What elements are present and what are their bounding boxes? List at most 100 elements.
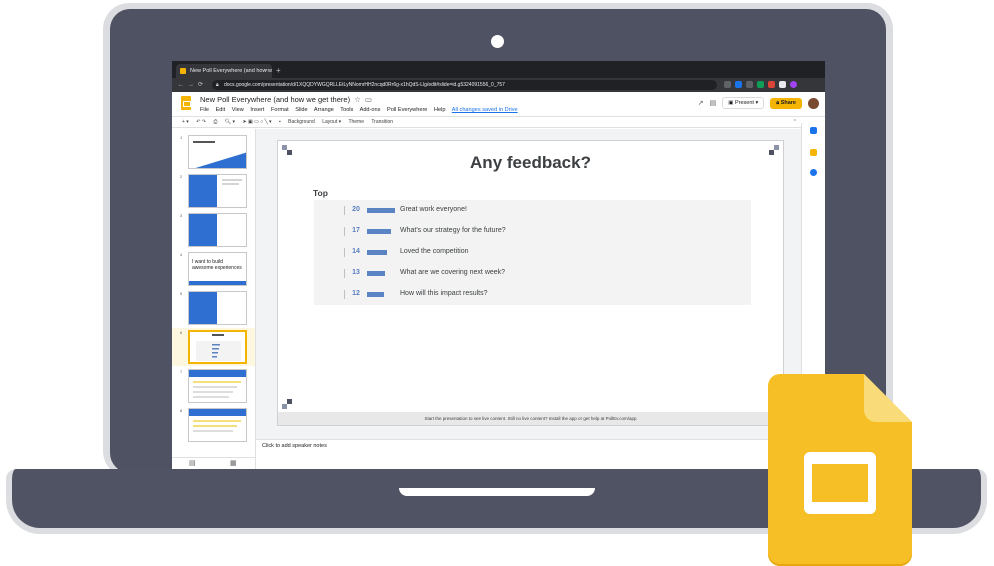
speaker-notes[interactable]: Click to add speaker notes [256,439,801,469]
toolbar-theme[interactable]: Theme [348,119,364,125]
docs-header: New Poll Everywhere (and how we get ther… [172,92,825,116]
slide-thumbnail-1[interactable] [188,135,247,169]
address-bar-row: ←→⟳ 🔒︎ docs.google.com/presentation/d/1X… [172,78,825,92]
extension-icon[interactable] [724,81,731,88]
poll-results: 20 Great work everyone! 17 What's our strat… [314,200,751,305]
laptop-camera [491,35,504,48]
response-text: What are we covering next week? [400,269,506,276]
browser-tab-title: New Poll Everywhere (and how w [190,68,272,74]
response-text: How will this impact results? [400,290,488,297]
undo-icon[interactable]: ↶ ↷ [196,119,206,125]
slide-thumbnail-6[interactable] [188,330,247,364]
keep-icon[interactable] [810,149,817,156]
thumbnail-art [196,334,241,361]
thumbnail-art [189,370,246,398]
profile-icon[interactable] [790,81,797,88]
extension-icon[interactable] [746,81,753,88]
url-text: docs.google.com/presentation/d/1XQQDYWGQ… [224,82,505,88]
slides-favicon-icon [180,68,186,74]
comments-icon[interactable]: ▤ [710,99,717,107]
corner-ornament-icon [282,399,292,409]
thumbnail-text: I want to build awesome experiences [192,259,242,271]
menu-insert[interactable]: Insert [250,107,264,113]
star-icon[interactable]: ☆ [354,95,361,104]
toolbar-background[interactable]: Background [288,119,315,125]
vote-count: 17 [352,227,360,234]
extension-icon[interactable] [757,81,764,88]
current-slide[interactable]: Any feedback? Top 20 Great work everyone!… [278,141,783,425]
vote-divider [344,206,345,215]
browser-tab[interactable]: New Poll Everywhere (and how w × [176,64,272,78]
slide-thumbnail-3[interactable] [188,213,247,247]
calendar-icon[interactable] [810,127,817,134]
new-slide-icon[interactable]: + ▾ [182,119,189,125]
nav-buttons[interactable]: ←→⟳ [178,80,207,90]
thumbnail-art [189,214,217,246]
vote-bar [367,271,385,276]
menu-arrange[interactable]: Arrange [314,107,334,113]
tasks-icon[interactable] [810,169,817,176]
new-tab-button[interactable]: + [276,64,281,78]
poll-response-row: 14 Loved the competition [314,242,751,263]
menu-poll-everywhere[interactable]: Poll Everywhere [387,107,427,113]
avatar[interactable] [808,97,819,109]
slide-thumbnail-4[interactable]: I want to build awesome experiences [188,252,247,286]
slide-thumbnail-7[interactable] [188,369,247,403]
vote-count: 12 [352,290,360,297]
slide-thumbnail-5[interactable] [188,291,247,325]
menu-edit[interactable]: Edit [216,107,226,113]
folder-icon[interactable]: ▭ [365,95,372,104]
menu-addons[interactable]: Add-ons [360,107,381,113]
zoom-icon[interactable]: 🔍︎ ▾ [225,119,235,125]
slide-thumbnail-8[interactable] [188,408,247,442]
collapse-icon[interactable]: ⌃ [793,117,797,127]
activity-icon[interactable]: ↗ [698,99,704,107]
close-tab-icon[interactable]: × [265,64,268,78]
slide-filmstrip[interactable]: 1 2 3 4 I want to build awesome experien… [172,129,256,469]
laptop-screen: New Poll Everywhere (and how w × + ←→⟳ 🔒… [172,61,825,469]
share-button[interactable]: 🔒︎ Share [770,97,802,109]
slide-canvas[interactable]: Any feedback? Top 20 Great work everyone!… [256,129,801,469]
save-status[interactable]: All changes saved in Drive [452,107,518,113]
document-title-text[interactable]: New Poll Everywhere (and how we get ther… [200,95,350,104]
share-label: Share [780,99,796,106]
speaker-notes-placeholder: Click to add speaker notes [262,443,327,449]
omnibox[interactable]: 🔒︎ docs.google.com/presentation/d/1XQQDY… [212,80,717,90]
present-button[interactable]: ▣ Present ▾ [722,97,765,109]
select-icon[interactable]: ➤ ▣ ▭ ○ ╲ ▾ [242,119,271,125]
thumbnail-art [189,409,246,432]
menu-slide[interactable]: Slide [295,107,307,113]
response-text: Great work everyone! [400,206,467,213]
menu-view[interactable]: View [232,107,244,113]
laptop-notch [399,488,595,496]
menu-format[interactable]: Format [271,107,289,113]
thumbnail-art [189,175,242,207]
extension-icon[interactable] [735,81,742,88]
slide-number: 4 [180,252,183,257]
vote-divider [344,290,345,299]
thumbnail-art [193,141,246,168]
menu-help[interactable]: Help [434,107,446,113]
menu-tools[interactable]: Tools [340,107,353,113]
slide-thumbnail-2[interactable] [188,174,247,208]
present-label: Present [734,100,754,106]
grid-view-icon[interactable]: ▦ [230,459,237,467]
comment-icon[interactable]: ▪ [279,119,281,125]
slides-logo-icon[interactable] [181,96,191,110]
header-actions: ↗ ▤ ▣ Present ▾ 🔒︎ Share [698,97,819,109]
document-title[interactable]: New Poll Everywhere (and how we get ther… [200,95,372,104]
thumbnail-art [189,292,217,324]
filmstrip-view-icon[interactable]: ▤ [189,459,196,467]
vote-divider [344,269,345,278]
toolbar-transition[interactable]: Transition [371,119,393,125]
print-icon[interactable]: ⎙ [213,119,217,125]
slide-number: 7 [180,369,183,374]
extension-icon[interactable] [768,81,775,88]
extension-icon[interactable] [779,81,786,88]
slide-number: 8 [180,408,183,413]
google-slides-logo-icon [768,374,912,566]
toolbar-layout[interactable]: Layout ▾ [322,119,341,125]
poll-response-row: 17 What's our strategy for the future? [314,221,751,242]
filmstrip-view-toggle: ▤ ▦ [172,457,256,469]
menu-file[interactable]: File [200,107,209,113]
